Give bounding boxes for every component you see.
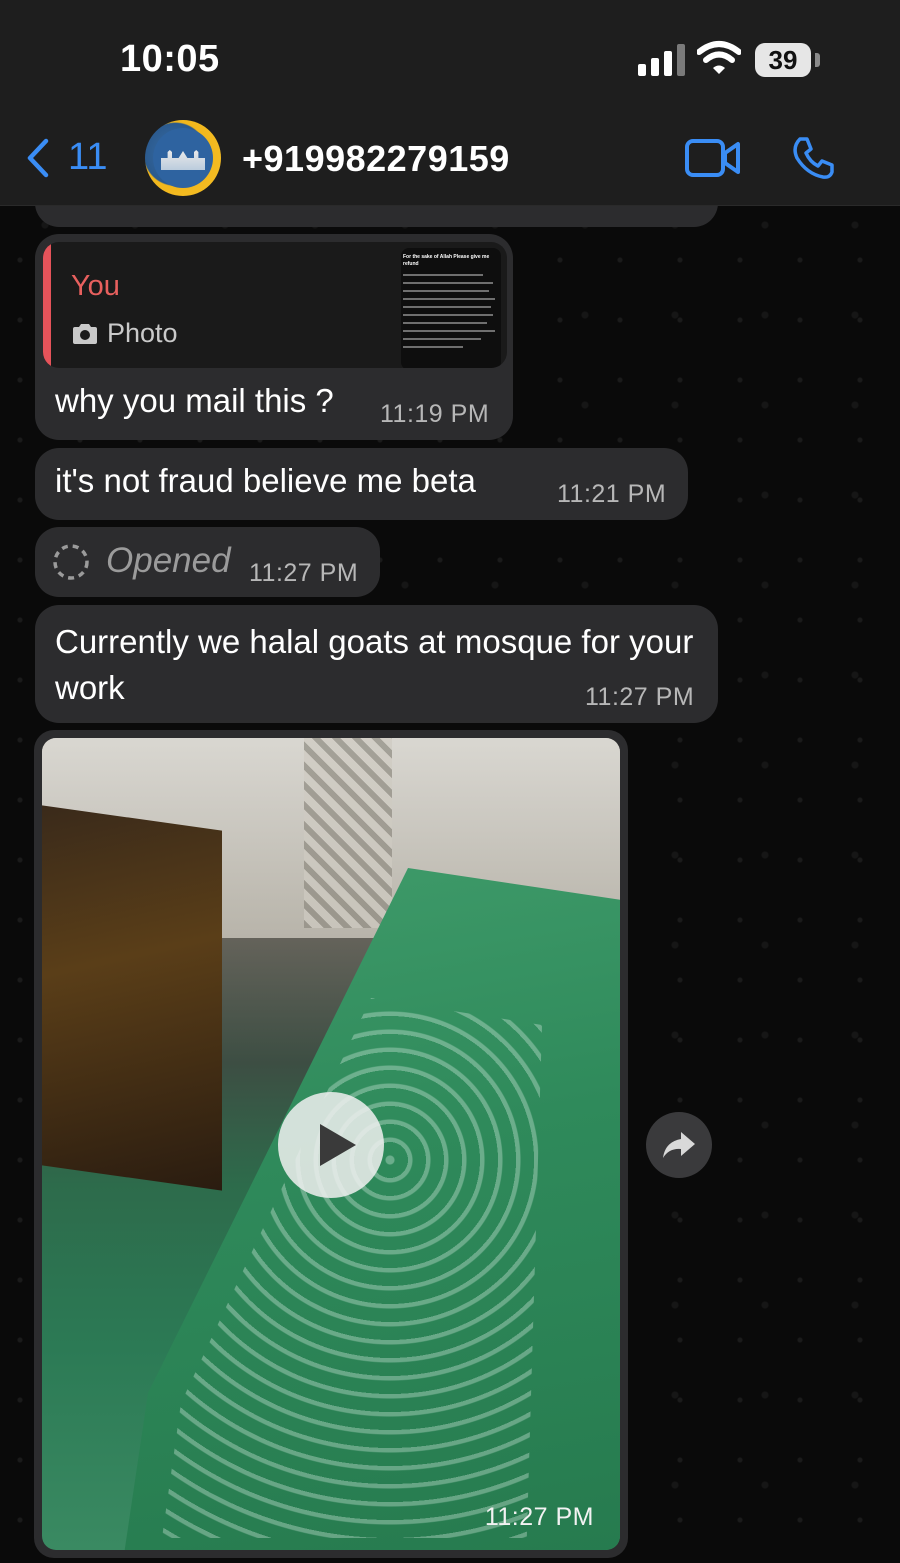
forward-icon [663,1132,695,1158]
opened-label: Opened [106,541,231,580]
message-time: 11:27 PM [585,683,695,711]
quote-thumbnail: For the sake of Allah Please give me ref… [401,248,501,368]
cellular-signal-icon [638,44,686,76]
video-message-bubble[interactable]: 11:27 PM [34,730,628,1558]
video-dark-cloth [42,805,222,1191]
camera-icon [73,323,97,344]
message-time: 11:27 PM [249,559,359,587]
play-icon[interactable] [278,1092,384,1198]
quoted-message[interactable]: You Photo For the sake of Allah Please g… [43,242,507,368]
battery-indicator: 39 [755,43,811,77]
quote-type-label: Photo [107,318,178,348]
quote-thumbnail-title: For the sake of Allah Please give me ref… [403,254,490,267]
message-bubble[interactable]: Currently we halal goats at mosque for y… [35,605,718,723]
video-thumbnail[interactable]: 11:27 PM [42,738,620,1550]
video-lattice-screen [304,738,392,928]
quote-author: You [71,270,120,302]
quote-accent-bar [43,242,51,368]
contact-name[interactable]: +919982279159 [242,138,510,180]
quote-type: Photo [71,318,178,349]
view-once-opened-icon [53,544,89,580]
contact-avatar[interactable] [145,120,221,196]
battery-tip [815,53,820,67]
message-bubble-reply[interactable]: You Photo For the sake of Allah Please g… [35,234,513,440]
message-time: 11:19 PM [380,400,490,428]
opened-view-once-bubble[interactable]: Opened 11:27 PM [35,527,380,597]
phone-icon[interactable] [790,135,836,181]
video-camera-icon[interactable] [685,138,741,178]
forward-button[interactable] [646,1112,712,1178]
message-text: why you mail this ? [55,382,334,419]
message-text: it's not fraud believe me beta [55,462,476,499]
status-time: 10:05 [120,38,220,80]
wifi-icon [697,41,741,74]
message-bubble[interactable]: it's not fraud believe me beta 11:21 PM [35,448,688,520]
message-time: 11:21 PM [557,480,667,508]
unread-count: 11 [68,136,108,178]
chevron-left-icon [27,138,49,177]
mosque-silhouette [161,150,205,170]
chat-header: 10:05 39 11 +919982279159 [0,0,900,206]
message-time: 11:27 PM [484,1503,594,1531]
back-button[interactable]: 11 [26,136,107,179]
